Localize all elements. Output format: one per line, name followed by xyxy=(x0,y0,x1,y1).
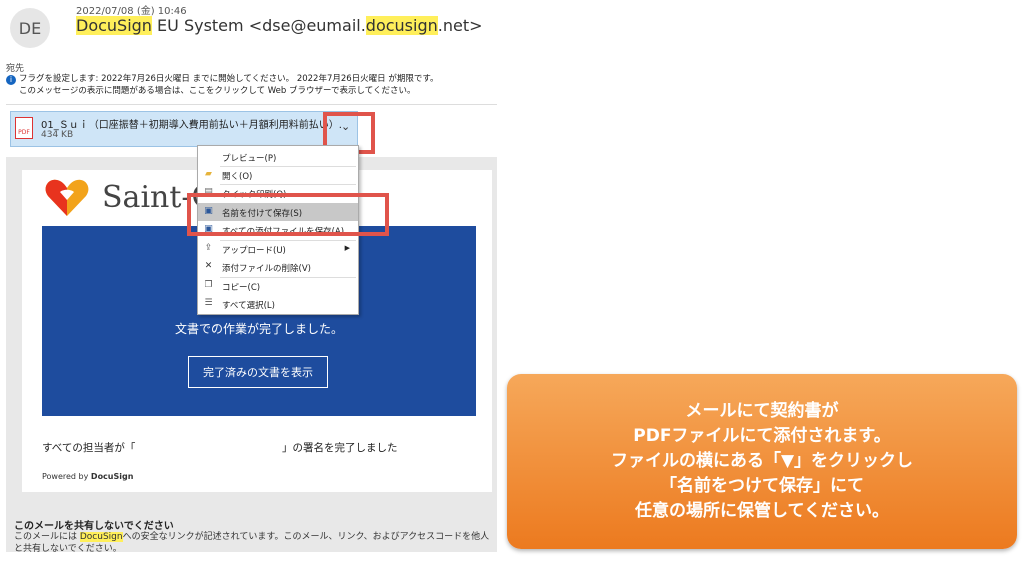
view-completed-documents-button[interactable]: 完了済みの文書を表示 xyxy=(188,356,328,388)
attachment-size: 434 KB xyxy=(41,130,74,140)
menu-item-delete-attachment[interactable]: ✕ 添付ファイルの削除(V) xyxy=(198,258,358,276)
menu-item-label: 開く(O) xyxy=(222,172,253,182)
instruction-callout: メールにて契約書が PDFファイルにて添付されます。 ファイルの横にある「▼」を… xyxy=(507,374,1017,549)
menu-item-label: すべて選択(L) xyxy=(222,301,275,311)
completion-message: 文書での作業が完了しました。 xyxy=(174,322,343,336)
flag-info-line2[interactable]: このメッセージの表示に問題がある場合は、ここをクリックして Web ブラウザーで… xyxy=(6,85,439,97)
share-warning-heading: このメールを共有しないでください xyxy=(14,521,174,532)
upload-icon: ⇪ xyxy=(204,243,213,253)
sender-avatar: DE xyxy=(10,8,50,48)
select-all-icon: ☰ xyxy=(204,298,213,308)
menu-item-upload[interactable]: ⇪ アップロード(U) ▶ xyxy=(198,240,358,258)
powered-by: Powered by DocuSign xyxy=(42,472,133,481)
attachment-name: 01_Ｓｕｉ（口座振替＋初期導入費用前払い＋月額利用料前払い）.docx.pdf xyxy=(41,120,341,131)
flag-info-line1: フラグを設定します: 2022年7月26日火曜日 までに開始してください。 20… xyxy=(19,74,439,84)
share-warning-text: このメールには DocuSignへの安全なリンクが記述されています。このメール、… xyxy=(14,531,494,555)
attachment-item[interactable]: PDF 01_Ｓｕｉ（口座振替＋初期導入費用前払い＋月額利用料前払い）.docx… xyxy=(10,111,358,147)
sender-brand-highlight: DocuSign xyxy=(76,16,152,35)
callout-line: 任意の場所に保管してください。 xyxy=(635,501,889,521)
menu-item-label: コピー(C) xyxy=(222,283,261,293)
signers-text-suffix: 」の署名を完了しました xyxy=(282,442,398,454)
delete-icon: ✕ xyxy=(204,261,213,271)
pdf-file-icon: PDF xyxy=(15,117,33,139)
callout-line: メールにて契約書が xyxy=(685,401,839,421)
menu-item-label: 添付ファイルの削除(V) xyxy=(222,264,311,274)
signers-text-prefix: すべての担当者が「 xyxy=(42,442,136,454)
menu-item-copy[interactable]: ❐ コピー(C) xyxy=(198,277,358,295)
header-divider xyxy=(6,104,497,105)
callout-line: PDFファイルにて添付されます。 xyxy=(633,426,891,446)
folder-open-icon: ▰ xyxy=(205,169,212,179)
sender-address[interactable]: DocuSign EU System <dse@eumail.docusign.… xyxy=(76,16,483,35)
menu-item-label: プレビュー(P) xyxy=(222,154,277,164)
received-date: 2022/07/08 (金) 10:46 xyxy=(76,6,187,17)
menu-item-open[interactable]: ▰ 開く(O) xyxy=(198,166,358,184)
callout-line: ファイルの横にある「▼」をクリックし xyxy=(610,451,914,471)
powered-by-prefix: Powered by xyxy=(42,472,91,481)
save-as-highlight-box xyxy=(187,193,389,236)
sender-address-mid: EU System <dse@eumail. xyxy=(151,16,366,35)
menu-item-select-all[interactable]: ☰ すべて選択(L) xyxy=(198,295,358,313)
share-warning-pre: このメールには xyxy=(14,532,80,542)
info-icon: i xyxy=(6,75,16,85)
share-brand-highlight: DocuSign xyxy=(79,532,123,542)
menu-item-label: アップロード(U) xyxy=(222,246,286,256)
sender-address-tail: .net> xyxy=(437,16,483,35)
sender-domain-highlight: docusign xyxy=(365,16,438,35)
heart-logo-icon xyxy=(45,179,89,216)
flag-info[interactable]: i フラグを設定します: 2022年7月26日火曜日 までに開始してください。 2… xyxy=(6,73,439,97)
copy-icon: ❐ xyxy=(204,280,213,290)
submenu-arrow-icon: ▶ xyxy=(344,244,350,252)
callout-line: 「名前をつけて保存」にて xyxy=(660,476,864,496)
menu-item-preview[interactable]: プレビュー(P) xyxy=(198,148,358,166)
powered-by-brand: DocuSign xyxy=(90,472,134,481)
